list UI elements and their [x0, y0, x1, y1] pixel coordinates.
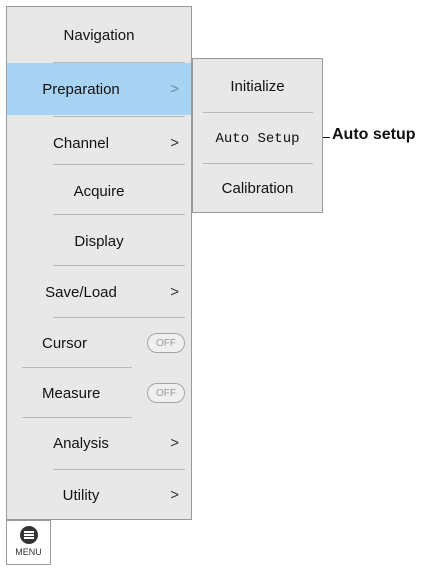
- menu-button-label: MENU: [15, 547, 42, 557]
- chevron-right-icon: >: [170, 134, 179, 152]
- menu-item-utility[interactable]: Utility >: [7, 469, 191, 521]
- menu-item-display[interactable]: Display: [7, 215, 191, 267]
- menu-item-measure[interactable]: Measure OFF: [7, 367, 191, 419]
- menu-item-label: Save/Load: [45, 283, 117, 301]
- main-menu: Navigation Preparation > Channel > Acqui…: [6, 6, 192, 520]
- menu-item-label: Analysis: [53, 434, 109, 452]
- chevron-right-icon: >: [170, 283, 179, 301]
- menu-item-label: Display: [74, 232, 124, 250]
- submenu-item-auto-setup[interactable]: Auto Setup: [193, 113, 322, 164]
- menu-item-label: Channel: [53, 134, 109, 152]
- submenu-item-initialize[interactable]: Initialize: [193, 61, 322, 112]
- menu-item-label: Measure: [42, 384, 101, 402]
- chevron-right-icon: >: [170, 434, 179, 452]
- submenu-item-label: Initialize: [230, 78, 285, 95]
- chevron-right-icon: >: [170, 486, 179, 504]
- preparation-submenu: Initialize Auto Setup Calibration: [192, 58, 323, 213]
- menu-item-label: Acquire: [73, 182, 125, 200]
- submenu-item-calibration[interactable]: Calibration: [193, 163, 322, 214]
- menu-item-navigation[interactable]: Navigation: [7, 9, 191, 61]
- menu-button[interactable]: MENU: [6, 520, 51, 565]
- callout-label: Auto setup: [332, 126, 416, 143]
- measure-toggle[interactable]: OFF: [147, 383, 185, 403]
- menu-item-label: Utility: [62, 486, 100, 504]
- menu-item-label: Preparation: [42, 80, 120, 98]
- chevron-right-icon: >: [170, 80, 179, 98]
- menu-item-analysis[interactable]: Analysis >: [7, 417, 191, 469]
- menu-icon: [20, 526, 38, 544]
- menu-item-label: Cursor: [42, 334, 88, 352]
- menu-item-save-load[interactable]: Save/Load >: [7, 266, 191, 318]
- menu-item-channel[interactable]: Channel >: [7, 117, 191, 169]
- cursor-toggle[interactable]: OFF: [147, 333, 185, 353]
- menu-item-acquire[interactable]: Acquire: [7, 165, 191, 217]
- menu-item-cursor[interactable]: Cursor OFF: [7, 317, 191, 369]
- menu-item-preparation[interactable]: Preparation >: [7, 63, 191, 115]
- callout-leader-line: [323, 137, 330, 138]
- submenu-item-label: Calibration: [221, 180, 294, 197]
- menu-item-label: Navigation: [63, 26, 135, 44]
- submenu-item-label: Auto Setup: [215, 130, 300, 147]
